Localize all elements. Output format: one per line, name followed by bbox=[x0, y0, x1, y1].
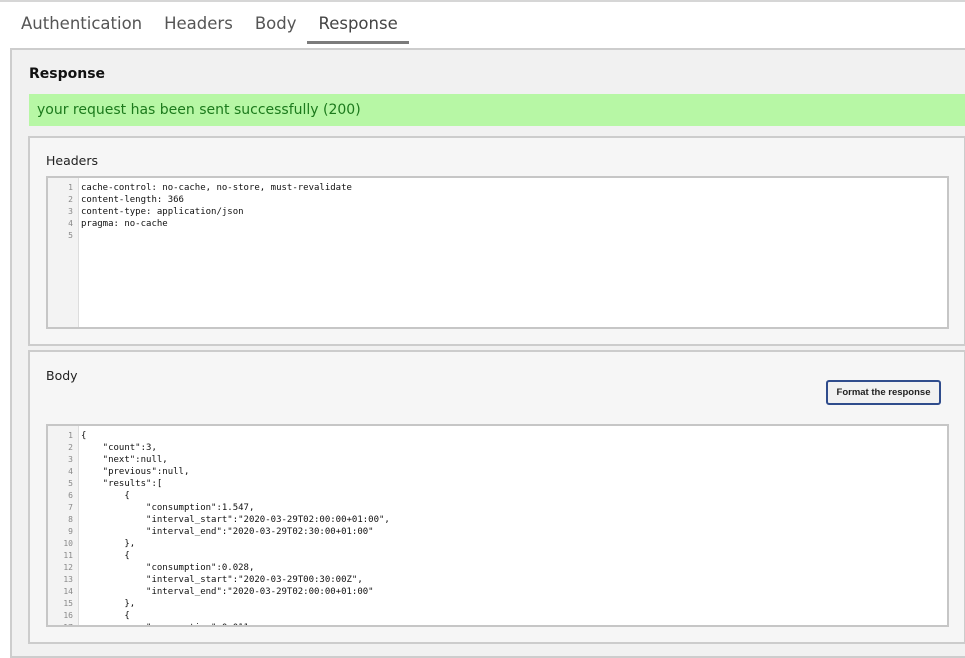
line-number: 2 bbox=[68, 443, 73, 452]
line-text: { bbox=[81, 431, 87, 441]
tab-headers[interactable]: Headers bbox=[153, 2, 244, 44]
tab-body[interactable]: Body bbox=[244, 2, 308, 44]
headers-line: 1 cache-control: no-cache, no-store, must… bbox=[48, 182, 947, 194]
body-line: 13 "interval_start":"2020-03-29T00:30:00… bbox=[48, 574, 947, 586]
line-number: 5 bbox=[68, 231, 73, 240]
line-number: 12 bbox=[63, 563, 73, 572]
line-text: "interval_start":"2020-03-29T00:30:00Z", bbox=[81, 575, 363, 585]
line-number: 9 bbox=[68, 527, 73, 536]
body-line: 17 "consumption":0.011, bbox=[48, 622, 947, 625]
headers-line: 4 pragma: no-cache bbox=[48, 218, 947, 230]
line-number: 17 bbox=[48, 622, 73, 625]
line-text: "count":3, bbox=[81, 443, 157, 453]
line-text: { bbox=[81, 611, 130, 621]
body-editor[interactable]: 1{2 "count":3, 3 "next":null, 4 "previous"… bbox=[46, 424, 949, 627]
body-line: 7 "consumption":1.547, bbox=[48, 502, 947, 514]
line-number: 3 bbox=[68, 207, 73, 216]
format-response-button[interactable]: Format the response bbox=[826, 380, 941, 405]
headers-section: Headers 1 cache-control: no-cache, no-sto… bbox=[28, 136, 965, 346]
line-number: 14 bbox=[63, 587, 73, 596]
line-text: "previous":null, bbox=[81, 467, 190, 477]
headers-section-title: Headers bbox=[46, 153, 99, 168]
body-line: 14 "interval_end":"2020-03-29T02:00:00+0… bbox=[48, 586, 947, 598]
body-line: 11 { bbox=[48, 550, 947, 562]
line-text: cache-control: no-cache, no-store, must-… bbox=[81, 183, 352, 193]
body-line: 4 "previous":null, bbox=[48, 466, 947, 478]
line-number: 5 bbox=[68, 479, 73, 488]
headers-line: 2 content-length: 366 bbox=[48, 194, 947, 206]
line-text: content-type: application/json bbox=[81, 207, 244, 217]
success-alert: your request has been sent successfully … bbox=[29, 94, 965, 126]
headers-code: 1 cache-control: no-cache, no-store, must… bbox=[48, 182, 947, 242]
line-text: "interval_end":"2020-03-29T02:00:00+01:0… bbox=[81, 587, 374, 597]
line-number: 2 bbox=[68, 195, 73, 204]
body-line: 9 "interval_end":"2020-03-29T02:30:00+01… bbox=[48, 526, 947, 538]
body-line: 1{ bbox=[48, 430, 947, 442]
tab-bar: Authentication Headers Body Response bbox=[10, 2, 409, 44]
line-text: }, bbox=[81, 539, 136, 549]
line-number: 11 bbox=[63, 551, 73, 560]
body-line: 12 "consumption":0.028, bbox=[48, 562, 947, 574]
line-text: }, bbox=[81, 599, 136, 609]
line-number: 13 bbox=[63, 575, 73, 584]
body-section: Body Format the response 1{2 "count":3, 3… bbox=[28, 350, 965, 644]
line-text: "next":null, bbox=[81, 455, 168, 465]
line-number: 15 bbox=[63, 599, 73, 608]
body-line: 6 { bbox=[48, 490, 947, 502]
body-line: 16 { bbox=[48, 610, 947, 622]
body-line: 8 "interval_start":"2020-03-29T02:00:00+… bbox=[48, 514, 947, 526]
tab-response[interactable]: Response bbox=[307, 2, 409, 44]
headers-line: 3 content-type: application/json bbox=[48, 206, 947, 218]
line-text: { bbox=[81, 491, 130, 501]
line-text: "consumption":1.547, bbox=[81, 503, 255, 513]
line-number: 16 bbox=[63, 611, 73, 620]
line-text: { bbox=[81, 551, 130, 561]
headers-line: 5 bbox=[48, 230, 947, 242]
response-title: Response bbox=[29, 66, 106, 82]
body-line: 10 }, bbox=[48, 538, 947, 550]
line-text: "consumption":0.011, bbox=[73, 622, 254, 625]
line-text: "interval_start":"2020-03-29T02:00:00+01… bbox=[81, 515, 390, 525]
body-line: 15 }, bbox=[48, 598, 947, 610]
line-number: 1 bbox=[68, 431, 73, 440]
line-number: 7 bbox=[68, 503, 73, 512]
line-text: "consumption":0.028, bbox=[81, 563, 255, 573]
line-number: 4 bbox=[68, 219, 73, 228]
line-number: 3 bbox=[68, 455, 73, 464]
response-panel: Response your request has been sent succ… bbox=[10, 48, 965, 658]
line-number: 10 bbox=[63, 539, 73, 548]
line-number: 6 bbox=[68, 491, 73, 500]
tab-authentication[interactable]: Authentication bbox=[10, 2, 153, 44]
body-section-title: Body bbox=[46, 368, 78, 383]
body-line: 3 "next":null, bbox=[48, 454, 947, 466]
line-number: 1 bbox=[68, 183, 73, 192]
headers-editor[interactable]: 1 cache-control: no-cache, no-store, must… bbox=[46, 176, 949, 329]
line-number: 8 bbox=[68, 515, 73, 524]
line-text: pragma: no-cache bbox=[81, 219, 168, 229]
line-text: "interval_end":"2020-03-29T02:30:00+01:0… bbox=[81, 527, 374, 537]
line-number: 4 bbox=[68, 467, 73, 476]
line-text: content-length: 366 bbox=[81, 195, 184, 205]
body-line: 2 "count":3, bbox=[48, 442, 947, 454]
line-text bbox=[73, 230, 81, 242]
line-text: "results":[ bbox=[81, 479, 163, 489]
body-code: 1{2 "count":3, 3 "next":null, 4 "previous"… bbox=[48, 430, 947, 625]
body-line: 5 "results":[ bbox=[48, 478, 947, 490]
